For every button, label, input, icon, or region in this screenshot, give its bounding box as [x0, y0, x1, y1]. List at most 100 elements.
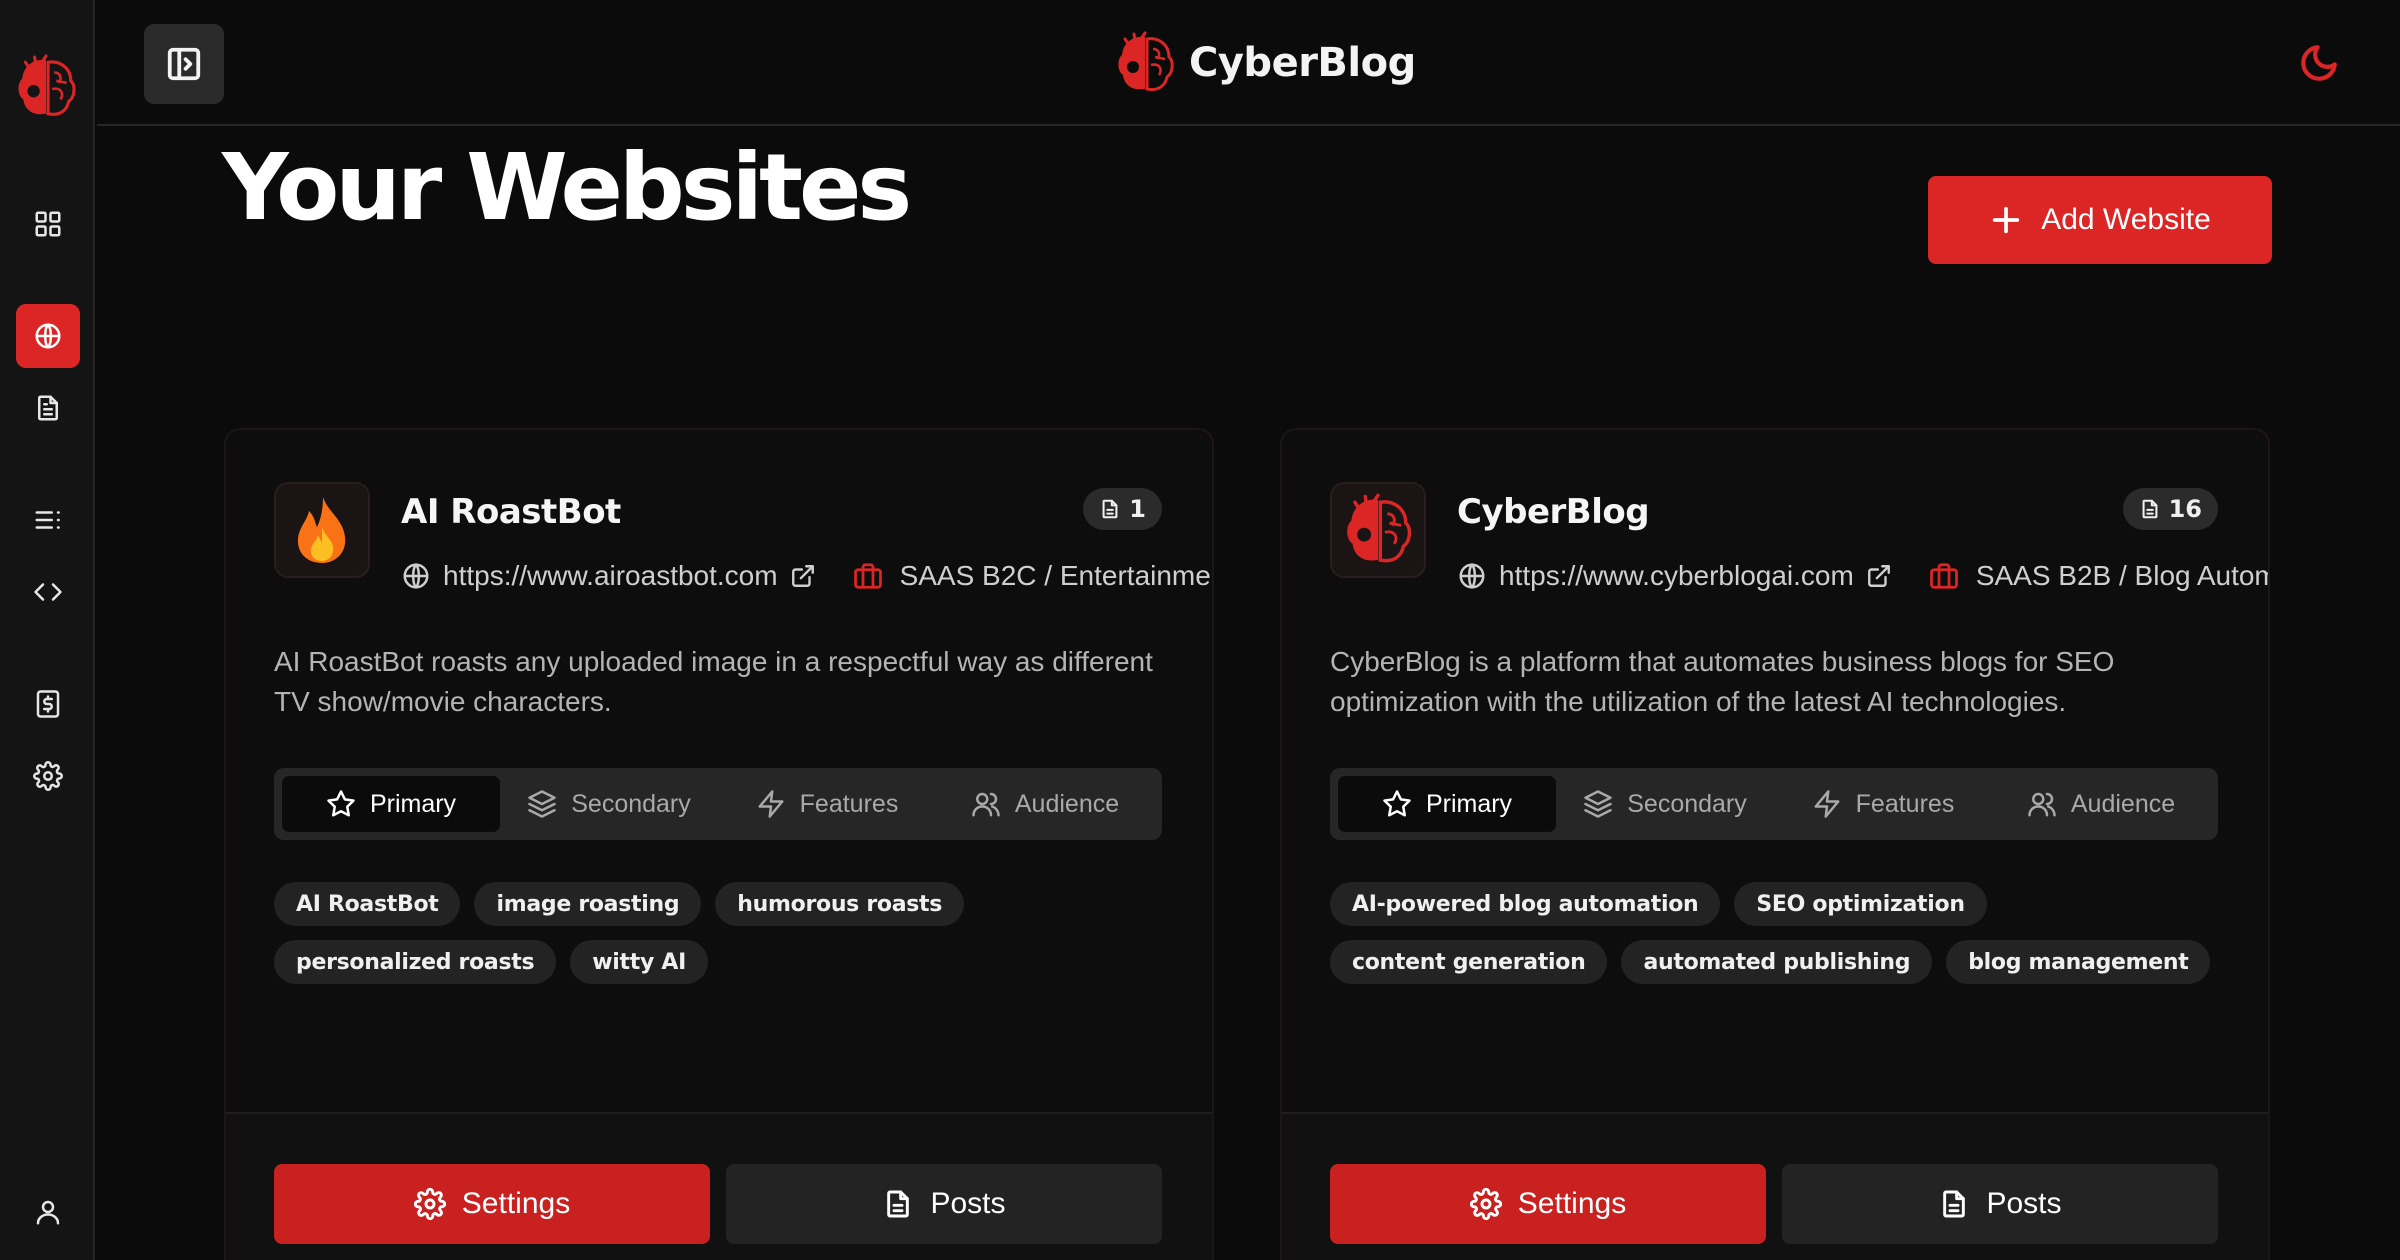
keyword-chip: SEO optimization: [1734, 882, 1987, 926]
sidebar-item-profile[interactable]: [16, 1180, 80, 1244]
sidebar-item-code[interactable]: [16, 560, 80, 624]
fire-icon: [297, 497, 346, 563]
tab-primary[interactable]: Primary: [282, 776, 500, 832]
website-logo: [1330, 482, 1426, 578]
globe-icon: [35, 323, 61, 349]
tab-label: Primary: [1425, 789, 1513, 818]
sidebar-toggle-button[interactable]: [144, 24, 224, 104]
top-header: CyberBlog: [97, 0, 2400, 126]
brain-logo-icon: [1347, 493, 1412, 563]
tab-secondary[interactable]: Secondary: [1556, 776, 1774, 832]
dollar-icon: [36, 690, 60, 718]
posts-label: Posts: [1986, 1187, 2062, 1220]
settings-button[interactable]: Settings: [274, 1164, 710, 1244]
post-count-badge: 16: [2122, 488, 2218, 530]
sidebar-item-dashboard[interactable]: [16, 192, 80, 256]
posts-button[interactable]: Posts: [726, 1164, 1162, 1244]
page-title: Your Websites: [222, 134, 912, 241]
keyword-chip: humorous roasts: [715, 882, 965, 926]
card-footer: Settings Posts: [226, 1112, 1212, 1260]
moon-icon: [2301, 45, 2337, 81]
website-url-link[interactable]: https://www.airoastbot.com: [443, 560, 778, 592]
website-logo: [274, 482, 370, 578]
sidebar-item-list[interactable]: [16, 488, 80, 552]
settings-button[interactable]: Settings: [1330, 1164, 1766, 1244]
keyword-list: AI-powered blog automation SEO optimizat…: [1330, 882, 2230, 984]
sidebar: [0, 0, 95, 1260]
sidebar-item-posts[interactable]: [16, 376, 80, 440]
document-icon: [2142, 499, 2158, 519]
keyword-chip: content generation: [1330, 940, 1608, 984]
keyword-tabs: Primary Secondary Features Audience: [1330, 768, 2218, 840]
users-icon: [972, 792, 1000, 817]
keyword-tabs: Primary Secondary Features Audience: [274, 768, 1162, 840]
tab-audience[interactable]: Audience: [936, 776, 1154, 832]
tab-label: Features: [799, 789, 899, 818]
external-link-icon[interactable]: [1866, 563, 1892, 589]
keyword-chip: AI RoastBot: [274, 882, 461, 926]
sidebar-toggle-icon: [167, 47, 201, 81]
tab-label: Secondary: [571, 789, 691, 818]
website-category: SAAS B2B / Blog Automation: [1975, 560, 2268, 591]
website-url-link[interactable]: https://www.cyberblogai.com: [1499, 560, 1854, 592]
keyword-chip: automated publishing: [1621, 940, 1933, 984]
tab-features[interactable]: Features: [718, 776, 936, 832]
briefcase-icon: [1929, 563, 1958, 589]
lightning-icon: [1814, 790, 1840, 818]
post-count: 1: [1129, 495, 1146, 523]
keyword-chip: AI-powered blog automation: [1330, 882, 1721, 926]
document-icon: [38, 395, 58, 421]
sidebar-item-settings[interactable]: [16, 744, 80, 808]
user-icon: [36, 1200, 60, 1225]
lightning-icon: [758, 790, 784, 818]
sidebar-item-websites[interactable]: [16, 304, 80, 368]
code-icon: [34, 583, 62, 601]
brain-logo-icon: [1118, 31, 1174, 91]
external-link-icon[interactable]: [790, 563, 816, 589]
tab-label: Secondary: [1627, 789, 1747, 818]
gear-icon: [33, 761, 63, 791]
document-icon: [1102, 499, 1118, 519]
globe-icon: [403, 562, 429, 590]
tab-label: Primary: [369, 789, 457, 818]
theme-toggle-button[interactable]: [2298, 42, 2340, 84]
star-icon: [1383, 790, 1411, 817]
brand[interactable]: CyberBlog: [1115, 30, 1416, 96]
tab-audience[interactable]: Audience: [1992, 776, 2210, 832]
tab-features[interactable]: Features: [1774, 776, 1992, 832]
tab-label: Audience: [1014, 789, 1120, 818]
website-meta: https://www.cyberblogai.com SAAS B2B / B…: [1457, 556, 2268, 596]
brand-name: CyberBlog: [1189, 40, 1416, 86]
sidebar-item-billing[interactable]: [16, 672, 80, 736]
tab-primary[interactable]: Primary: [1338, 776, 1556, 832]
star-icon: [327, 790, 355, 817]
website-description: CyberBlog is a platform that automates b…: [1330, 646, 2115, 717]
tab-label: Audience: [2070, 789, 2176, 818]
list-icon: [35, 511, 60, 529]
settings-label: Settings: [461, 1187, 571, 1220]
layers-icon: [528, 790, 556, 818]
add-website-label: Add Website: [2041, 203, 2211, 236]
posts-button[interactable]: Posts: [1782, 1164, 2218, 1244]
website-category: SAAS B2C / Entertainment: [899, 560, 1212, 591]
keyword-chip: blog management: [1946, 940, 2211, 984]
website-card: AI RoastBot 1 https://www.airoastbot.com…: [224, 428, 1214, 1260]
website-description: AI RoastBot roasts any uploaded image in…: [274, 646, 1153, 717]
keyword-list: AI RoastBot image roasting humorous roas…: [274, 882, 1174, 984]
globe-icon: [1459, 562, 1485, 590]
briefcase-icon: [853, 563, 882, 589]
gear-icon: [1469, 1188, 1502, 1220]
add-website-button[interactable]: Add Website: [1928, 176, 2272, 264]
brain-logo-icon[interactable]: [15, 54, 77, 120]
tab-secondary[interactable]: Secondary: [500, 776, 718, 832]
keyword-chip: image roasting: [474, 882, 702, 926]
card-footer: Settings Posts: [1282, 1112, 2268, 1260]
gear-icon: [413, 1188, 446, 1220]
document-icon: [1943, 1190, 1966, 1218]
users-icon: [2028, 792, 2056, 817]
plus-icon: [1993, 206, 2020, 234]
post-count-badge: 1: [1083, 488, 1162, 530]
website-card: CyberBlog 16 https://www.cyberblogai.com…: [1280, 428, 2270, 1260]
website-name: AI RoastBot: [401, 492, 621, 532]
keyword-chip: personalized roasts: [274, 940, 557, 984]
